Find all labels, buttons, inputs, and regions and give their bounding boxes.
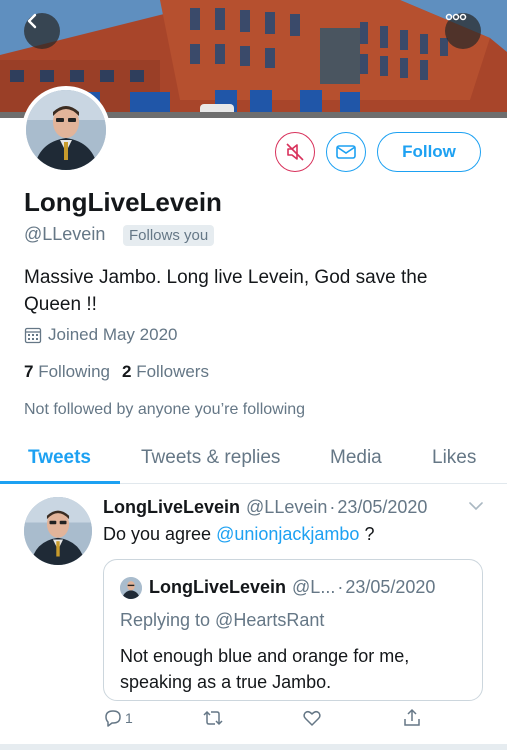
share-icon: [404, 708, 420, 726]
tab-tweets-replies[interactable]: Tweets & replies: [141, 447, 280, 469]
quoted-tweet-text: Not enough blue and orange for me, speak…: [120, 646, 410, 692]
tweet-actions: 1: [0, 708, 507, 738]
follow-stats: 7 Following 2 Followers: [24, 362, 221, 382]
person-photo: [26, 90, 106, 170]
tweet-text: Do you agree @unionjackjambo ?: [103, 524, 374, 545]
retweet-button[interactable]: [201, 708, 225, 728]
quoted-tweet[interactable]: LongLiveLevein @L... · 23/05/2020 Replyi…: [103, 559, 483, 701]
tweet-date: 23/05/2020: [337, 497, 428, 517]
message-button[interactable]: [326, 132, 366, 172]
active-tab-indicator: [0, 481, 120, 484]
replying-to-label: Replying to @HeartsRant: [120, 610, 325, 630]
profile-avatar[interactable]: [22, 86, 110, 174]
followers-label: Followers: [136, 362, 209, 381]
following-stat[interactable]: 7 Following: [24, 362, 110, 382]
joined-date: Joined May 2020: [24, 325, 177, 345]
follow-button[interactable]: Follow: [377, 132, 481, 172]
like-button[interactable]: [302, 708, 322, 728]
tweet-text-prefix: Do you agree: [103, 524, 212, 544]
tweet-author-name[interactable]: LongLiveLevein: [103, 497, 240, 518]
chevron-down-icon[interactable]: [468, 500, 484, 512]
person-photo: [24, 497, 92, 565]
display-name: LongLiveLevein: [24, 187, 222, 217]
tab-likes[interactable]: Likes: [432, 447, 476, 469]
quoted-separator: ·: [337, 577, 344, 597]
profile-bio: Massive Jambo. Long live Levein, God sav…: [24, 267, 428, 315]
back-button[interactable]: [24, 13, 60, 49]
calendar-icon: [24, 327, 42, 344]
reply-count: 1: [125, 710, 133, 726]
more-options-button[interactable]: [445, 13, 481, 49]
quoted-author-handle: @L...: [292, 577, 336, 597]
joined-label: Joined May 2020: [48, 325, 178, 344]
tweet-avatar[interactable]: [24, 497, 92, 565]
user-handle: @LLevein: [24, 224, 106, 244]
divider: [0, 744, 507, 750]
tweet-mention-link[interactable]: @unionjackjambo: [216, 524, 359, 544]
mute-button[interactable]: [275, 132, 315, 172]
quoted-tweet-header: LongLiveLevein @L... · 23/05/2020: [149, 577, 435, 598]
quoted-author-name: LongLiveLevein: [149, 577, 287, 597]
tab-tweets[interactable]: Tweets: [28, 447, 91, 469]
reply-icon: [105, 710, 121, 727]
followers-count: 2: [122, 362, 132, 381]
quoted-avatar: [120, 577, 142, 599]
tab-media[interactable]: Media: [330, 447, 382, 469]
profile-tabs: Tweets Tweets & replies Media Likes: [0, 438, 507, 484]
followers-stat[interactable]: 2 Followers: [122, 362, 209, 382]
following-label: Following: [38, 362, 111, 381]
share-button[interactable]: [402, 708, 422, 728]
quoted-date: 23/05/2020: [345, 577, 436, 597]
chevron-left-icon: [27, 13, 37, 29]
tweet-author-handle: @LLevein: [246, 497, 328, 517]
retweet-icon: [203, 710, 223, 726]
follows-you-badge: Follows you: [123, 225, 215, 246]
muted-speaker-icon: [286, 143, 304, 161]
following-count: 7: [24, 362, 34, 381]
more-dots-icon: [445, 13, 467, 21]
tweet-text-suffix: ?: [364, 524, 375, 544]
not-followed-notice: Not followed by anyone you’re following: [24, 401, 306, 418]
heart-icon: [303, 710, 321, 726]
envelope-icon: [336, 145, 356, 159]
tweet-separator: ·: [329, 497, 336, 517]
person-photo: [120, 577, 142, 599]
reply-button[interactable]: 1: [103, 708, 133, 728]
tweet-header: LongLiveLevein @LLevein · 23/05/2020: [103, 497, 427, 518]
